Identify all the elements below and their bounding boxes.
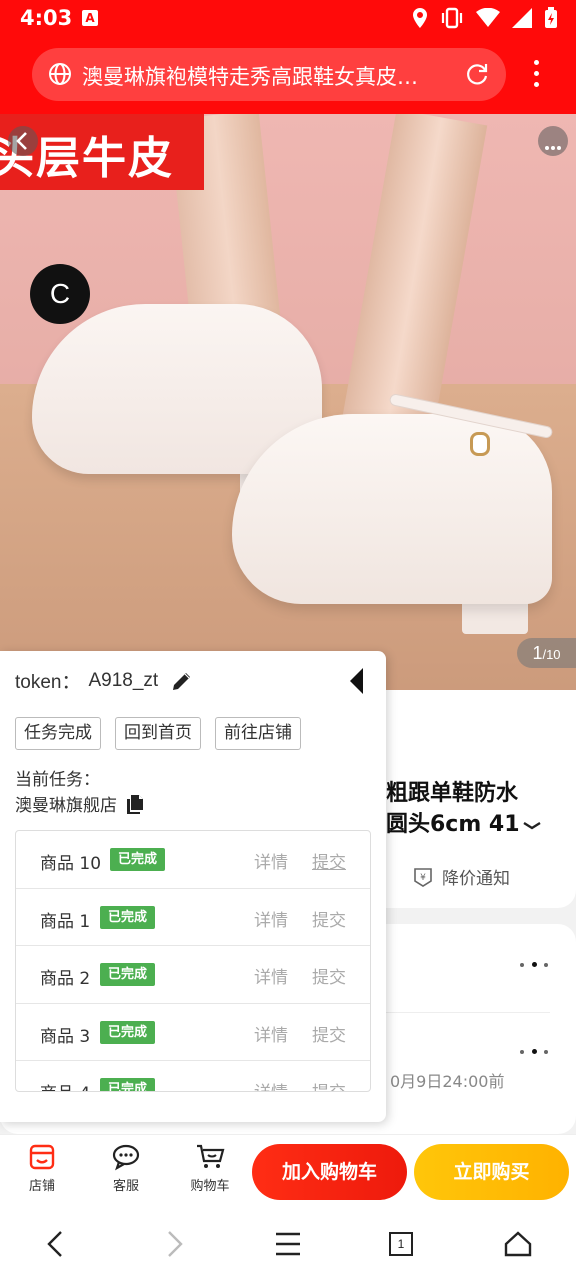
page-title: 澳曼琳旗袍模特走秀高跟鞋女真皮… xyxy=(82,65,418,89)
browser-menu-icon[interactable] xyxy=(526,60,546,90)
cart-icon xyxy=(197,1144,225,1168)
chat-icon xyxy=(112,1144,140,1171)
product-name: 商品 2 xyxy=(40,969,91,989)
system-nav-bar: 1 xyxy=(0,1208,576,1280)
collapse-panel-button[interactable] xyxy=(348,667,366,695)
current-task-shop: 澳曼琳旗舰店 xyxy=(15,791,145,816)
product-name: 商品 10 xyxy=(40,854,102,874)
go-to-shop-button[interactable]: 前往店铺 xyxy=(215,717,301,750)
chevron-down-icon[interactable] xyxy=(522,820,542,832)
caret-left-icon xyxy=(350,668,363,694)
signal-icon xyxy=(512,8,532,28)
back-arrow-icon xyxy=(16,132,27,150)
task-panel: token： A918_zt 任务完成 回到首页 前往店铺 当前任务： 澳曼琳旗… xyxy=(0,651,386,1122)
list-item: 商品 1 已完成 详情 提交 xyxy=(16,889,370,946)
back-home-button[interactable]: 回到首页 xyxy=(115,717,201,750)
status-badge: 已完成 xyxy=(100,963,156,986)
wifi-icon xyxy=(476,8,500,27)
product-name: 商品 1 xyxy=(40,911,91,932)
submit-link[interactable]: 提交 xyxy=(312,906,346,931)
task-complete-button[interactable]: 任务完成 xyxy=(15,717,101,750)
reload-icon[interactable] xyxy=(464,61,490,87)
product-image[interactable]: 头层牛皮 C 1/10 xyxy=(0,114,576,690)
status-icons xyxy=(412,6,558,30)
detail-link[interactable]: 详情 xyxy=(254,1021,288,1046)
add-to-cart-button[interactable]: 加入购物车 xyxy=(252,1144,407,1200)
list-item: 商品 4 已完成 详情 提交 xyxy=(16,1061,370,1091)
detail-link[interactable]: 详情 xyxy=(254,848,288,873)
submit-link[interactable]: 提交 xyxy=(312,1021,346,1046)
location-icon xyxy=(413,8,427,28)
notification-app-icon: A xyxy=(82,10,98,26)
status-bar: 4:03 A xyxy=(0,0,576,38)
shop-tab[interactable]: 店铺 xyxy=(12,1143,72,1194)
nav-menu-icon[interactable] xyxy=(274,1230,302,1258)
product-name: 商品 3 xyxy=(40,1026,91,1047)
customer-service-tab[interactable]: 客服 xyxy=(96,1143,156,1194)
status-time: 4:03 xyxy=(20,6,73,30)
browser-toolbar: 澳曼琳旗袍模特走秀高跟鞋女真皮… xyxy=(0,38,576,114)
shop-icon xyxy=(29,1144,55,1170)
token-row: token： A918_zt xyxy=(15,667,194,694)
list-item: 商品 10 已完成 详情 提交 xyxy=(16,831,370,889)
submit-link[interactable]: 提交 xyxy=(312,963,346,988)
submit-link[interactable]: 提交 xyxy=(312,848,346,873)
nav-forward-icon[interactable] xyxy=(162,1230,186,1258)
detail-link[interactable]: 详情 xyxy=(254,906,288,931)
back-button[interactable] xyxy=(8,126,38,156)
shoe-illustration xyxy=(232,414,552,604)
edit-icon[interactable] xyxy=(170,669,194,693)
battery-icon xyxy=(545,7,557,28)
delivery-deadline: 0月9日24:00前 xyxy=(390,1072,505,1091)
globe-icon xyxy=(49,63,71,85)
status-badge: 已完成 xyxy=(100,905,156,929)
purchase-action-bar: 店铺 客服 购物车 加入购物车 立即购买 xyxy=(0,1134,576,1208)
detail-link[interactable]: 详情 xyxy=(254,1078,288,1091)
product-task-list[interactable]: 商品 10 已完成 详情 提交 商品 1 已完成 详情 提交 商品 2 已完成 … xyxy=(15,830,371,1092)
token-label: token： xyxy=(15,672,81,693)
more-button[interactable] xyxy=(538,126,568,156)
tabs-count-button[interactable]: 1 xyxy=(389,1232,413,1256)
image-page-counter: 1/10 xyxy=(517,638,576,668)
vibrate-icon xyxy=(441,7,463,29)
copy-icon[interactable] xyxy=(125,794,145,814)
more-dots-icon[interactable] xyxy=(520,1047,550,1057)
status-badge: 已完成 xyxy=(100,1078,156,1091)
svg-text:¥: ¥ xyxy=(420,873,426,883)
price-tag-icon: ¥ xyxy=(414,867,432,887)
nav-home-icon[interactable] xyxy=(504,1230,532,1258)
nav-back-icon[interactable] xyxy=(44,1230,68,1258)
cart-tab[interactable]: 购物车 xyxy=(180,1143,240,1194)
status-badge: 已完成 xyxy=(100,1020,156,1044)
product-name: 商品 4 xyxy=(40,1079,90,1091)
address-bar[interactable]: 澳曼琳旗袍模特走秀高跟鞋女真皮… xyxy=(32,48,506,101)
price-alert-button[interactable]: ¥ 降价通知 xyxy=(412,864,510,889)
floating-avatar[interactable]: C xyxy=(30,264,90,324)
current-task-label: 当前任务： xyxy=(15,770,100,790)
list-item: 商品 2 已完成 详情 提交 xyxy=(16,946,370,1004)
submit-link[interactable]: 提交 xyxy=(312,1078,346,1091)
status-badge: 已完成 xyxy=(110,848,166,871)
token-value: A918_zt xyxy=(88,669,159,691)
list-item: 商品 3 已完成 详情 提交 xyxy=(16,1004,370,1061)
detail-link[interactable]: 详情 xyxy=(254,963,288,988)
more-dots-icon[interactable] xyxy=(520,960,550,970)
buy-now-button[interactable]: 立即购买 xyxy=(414,1144,569,1200)
panel-button-row: 任务完成 回到首页 前往店铺 xyxy=(15,717,301,750)
